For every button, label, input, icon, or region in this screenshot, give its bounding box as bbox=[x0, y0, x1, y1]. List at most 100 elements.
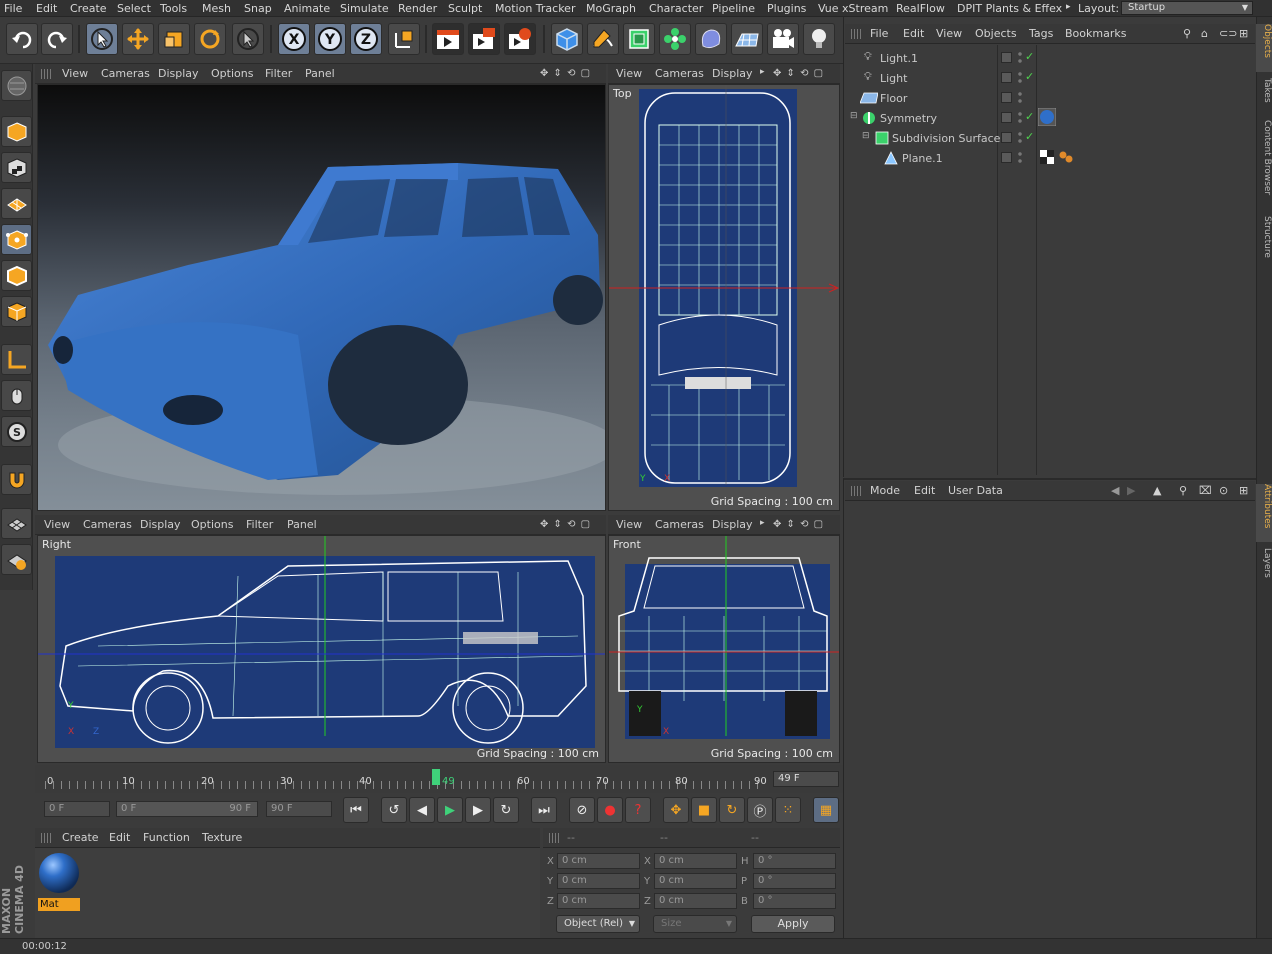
model-mode-button[interactable] bbox=[1, 116, 32, 147]
position-z-field[interactable]: 0 cm bbox=[557, 893, 640, 909]
polygons-mode-button[interactable] bbox=[1, 296, 32, 327]
lock-icon[interactable]: ⌧ bbox=[1199, 484, 1212, 497]
menu-tools[interactable]: Tools bbox=[160, 2, 187, 15]
up-arrow-icon[interactable]: ▲ bbox=[1153, 484, 1161, 497]
collapse-icon[interactable]: ⊟ bbox=[862, 131, 870, 141]
mat-menu-create[interactable]: Create bbox=[62, 831, 99, 844]
render-settings-button[interactable] bbox=[504, 23, 536, 55]
menu-dpit[interactable]: DPIT Plants & Effex bbox=[957, 2, 1062, 15]
size-y-field[interactable]: 0 cm bbox=[654, 873, 737, 889]
size-x-field[interactable]: 0 cm bbox=[654, 853, 737, 869]
workplane-align-button[interactable] bbox=[1, 544, 32, 575]
material-tag-icon[interactable] bbox=[1038, 108, 1056, 126]
link-icon[interactable]: ⊂⊃ bbox=[1219, 27, 1237, 40]
menu-select[interactable]: Select bbox=[117, 2, 151, 15]
object-row-symmetry[interactable]: ⊟ Symmetry ✓ bbox=[848, 108, 1253, 128]
enabled-check-icon[interactable]: ✓ bbox=[1025, 70, 1034, 83]
vp-menu-view[interactable]: View bbox=[616, 518, 642, 531]
mat-menu-function[interactable]: Function bbox=[143, 831, 190, 844]
position-key-button[interactable]: ✥ bbox=[663, 797, 689, 823]
previous-frame-button[interactable]: ◀ bbox=[409, 797, 435, 823]
axis-mode-button[interactable] bbox=[1, 344, 32, 375]
attr-menu-edit[interactable]: Edit bbox=[914, 484, 935, 497]
perspective-viewport[interactable] bbox=[37, 84, 606, 511]
pin-icon[interactable]: ⊙ bbox=[1219, 484, 1228, 497]
visibility-dots[interactable] bbox=[1018, 111, 1022, 125]
menu-vue-xstream[interactable]: Vue xStream bbox=[818, 2, 888, 15]
rotate-button[interactable] bbox=[194, 23, 226, 55]
size-z-field[interactable]: 0 cm bbox=[654, 893, 737, 909]
record-active-objects-button[interactable]: ⊘ bbox=[569, 797, 595, 823]
viewport-nav-icons[interactable]: ✥ ⇕ ⟲ ▢ bbox=[540, 68, 591, 79]
timeline-window-button[interactable]: ▦ bbox=[813, 797, 839, 823]
move-button[interactable] bbox=[122, 23, 154, 55]
position-y-field[interactable]: 0 cm bbox=[557, 873, 640, 889]
vp-menu-options[interactable]: Options bbox=[191, 518, 233, 531]
x-axis-button[interactable]: X bbox=[278, 23, 310, 55]
light-button[interactable] bbox=[803, 23, 835, 55]
cube-button[interactable] bbox=[551, 23, 583, 55]
vp-menu-view[interactable]: View bbox=[44, 518, 70, 531]
y-axis-button[interactable]: Y bbox=[314, 23, 346, 55]
redo-button[interactable] bbox=[41, 23, 73, 55]
menu-snap[interactable]: Snap bbox=[244, 2, 272, 15]
object-row-plane1[interactable]: Plane.1 bbox=[848, 148, 1253, 168]
layer-checkbox[interactable] bbox=[1001, 52, 1012, 63]
points-mode-button[interactable] bbox=[1, 224, 32, 255]
menu-motion-tracker[interactable]: Motion Tracker bbox=[495, 2, 575, 15]
snap-settings-button[interactable]: S bbox=[1, 416, 32, 447]
current-frame-field[interactable]: 49 F bbox=[773, 771, 839, 787]
point-level-button[interactable]: ⁙ bbox=[775, 797, 801, 823]
layer-checkbox[interactable] bbox=[1001, 92, 1012, 103]
enabled-check-icon[interactable]: ✓ bbox=[1025, 110, 1034, 123]
texture-mode-button[interactable] bbox=[1, 152, 32, 183]
object-row-light1[interactable]: 💡︎ Light.1 ✓ bbox=[848, 48, 1253, 68]
menu-file[interactable]: File bbox=[4, 2, 22, 15]
camera-button[interactable] bbox=[767, 23, 799, 55]
vp-menu-filter[interactable]: Filter bbox=[265, 67, 292, 80]
layer-checkbox[interactable] bbox=[1001, 132, 1012, 143]
tab-content-browser[interactable]: Content Browser bbox=[1256, 120, 1272, 210]
om-menu-objects[interactable]: Objects bbox=[975, 27, 1017, 40]
tweak-mode-button[interactable] bbox=[1, 380, 32, 411]
visibility-dots[interactable] bbox=[1018, 131, 1022, 145]
menu-pipeline[interactable]: Pipeline bbox=[712, 2, 755, 15]
enabled-check-icon[interactable]: ✓ bbox=[1025, 50, 1034, 63]
vp-menu-panel[interactable]: Panel bbox=[287, 518, 317, 531]
scale-button[interactable] bbox=[158, 23, 190, 55]
more-arrow-icon[interactable]: ▸ bbox=[760, 67, 765, 77]
enabled-check-icon[interactable]: ✓ bbox=[1025, 130, 1034, 143]
go-to-end-button[interactable]: ⏭ bbox=[531, 797, 557, 823]
next-key-button[interactable]: ↻ bbox=[493, 797, 519, 823]
rotation-key-button[interactable]: ↻ bbox=[719, 797, 745, 823]
menu-mograph[interactable]: MoGraph bbox=[586, 2, 636, 15]
menu-edit[interactable]: Edit bbox=[36, 2, 57, 15]
viewport-nav-icons[interactable]: ✥ ⇕ ⟲ ▢ bbox=[540, 519, 591, 530]
vp-menu-filter[interactable]: Filter bbox=[246, 518, 273, 531]
search-icon[interactable]: ⚲ bbox=[1179, 484, 1187, 497]
material-mat[interactable]: Mat bbox=[38, 851, 80, 911]
apply-button[interactable]: Apply bbox=[751, 915, 835, 933]
menu-create[interactable]: Create bbox=[70, 2, 107, 15]
magnet-button[interactable] bbox=[1, 464, 32, 495]
vp-menu-display[interactable]: Display bbox=[712, 67, 753, 80]
menu-render[interactable]: Render bbox=[398, 2, 437, 15]
floor-button[interactable] bbox=[731, 23, 763, 55]
timeline-playhead[interactable] bbox=[432, 769, 440, 785]
new-panel-icon[interactable]: ⊞ bbox=[1239, 27, 1248, 40]
front-viewport[interactable]: Y X Front Grid Spacing : 100 cm bbox=[608, 535, 840, 763]
object-row-light[interactable]: 💡︎ Light ✓ bbox=[848, 68, 1253, 88]
menu-sculpt[interactable]: Sculpt bbox=[448, 2, 482, 15]
vp-menu-cameras[interactable]: Cameras bbox=[655, 518, 704, 531]
workplane-lock-button[interactable] bbox=[1, 508, 32, 539]
tab-layers[interactable]: Layers bbox=[1256, 548, 1272, 586]
tab-attributes[interactable]: Attributes bbox=[1256, 484, 1272, 542]
attr-menu-user-data[interactable]: User Data bbox=[948, 484, 1003, 497]
vp-menu-panel[interactable]: Panel bbox=[305, 67, 335, 80]
vp-menu-options[interactable]: Options bbox=[211, 67, 253, 80]
vp-menu-view[interactable]: View bbox=[62, 67, 88, 80]
vp-menu-display[interactable]: Display bbox=[712, 518, 753, 531]
timeline[interactable]: 49 F bbox=[35, 765, 843, 793]
more-arrow-icon[interactable]: ▸ bbox=[760, 518, 765, 528]
layout-select[interactable]: Startup ▼ bbox=[1121, 1, 1253, 15]
